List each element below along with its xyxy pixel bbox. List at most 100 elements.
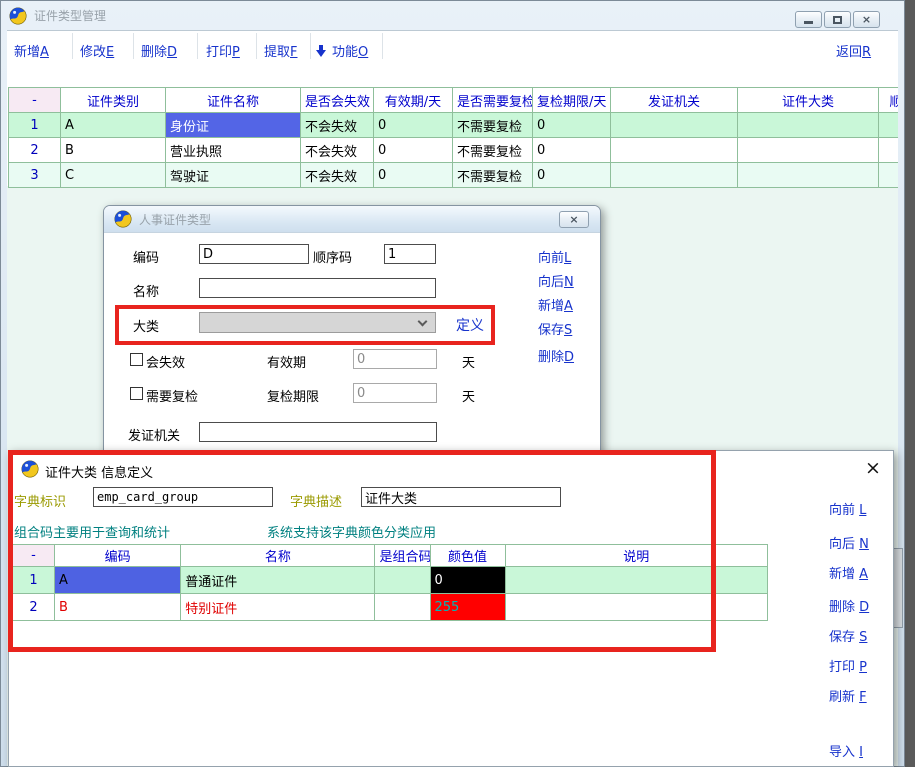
toolbar-edit-button[interactable]: 修改E <box>80 41 114 60</box>
prev-link[interactable]: 向前 L <box>829 499 866 518</box>
refresh-link[interactable]: 刷新 F <box>829 686 867 705</box>
column-header[interactable]: 顺 <box>879 88 899 113</box>
personnel-certificate-type-dialog: 人事证件类型 × 编码 顺序码 名称 大类 定义 会失效 有效期 天 需要复检 … <box>103 205 601 455</box>
close-button[interactable]: × <box>853 11 880 28</box>
column-header[interactable]: 是否会失效 <box>301 88 374 113</box>
table-row[interactable]: 3 C 驾驶证 不会失效 0 不需要复检 0 <box>9 163 899 188</box>
dialog-close-button[interactable]: × <box>865 457 881 479</box>
down-arrow-icon <box>316 45 327 58</box>
column-header[interactable]: 复检期限/天 <box>533 88 611 113</box>
column-header[interactable]: 发证机关 <box>611 88 738 113</box>
close-icon: × <box>862 14 871 25</box>
selected-cell[interactable]: A <box>55 567 181 594</box>
toolbar-back-button[interactable]: 返回R <box>836 41 871 60</box>
toolbar-separator <box>382 33 383 59</box>
table-header-row: - 编码 名称 是组合码 颜色值 说明 <box>13 545 768 567</box>
certificate-category-definition-dialog: 证件大类 信息定义 × 字典标识 字典描述 组合码主要用于查询和统计 系统支持该… <box>8 450 894 767</box>
next-link[interactable]: 向后 N <box>829 533 869 552</box>
code-label: 编码 <box>133 247 159 266</box>
column-header[interactable]: 证件类别 <box>61 88 166 113</box>
issuer-input[interactable] <box>199 422 437 442</box>
delete-link[interactable]: 删除D <box>538 346 574 365</box>
will-expire-label: 会失效 <box>146 352 185 371</box>
save-link[interactable]: 保存 S <box>829 626 867 645</box>
recheck-period-input[interactable] <box>353 383 437 403</box>
toolbar-separator <box>72 33 73 59</box>
table-row[interactable]: 2 B 营业执照 不会失效 0 不需要复检 0 <box>9 138 899 163</box>
save-link[interactable]: 保存S <box>538 319 572 338</box>
dialog-title: 证件大类 信息定义 <box>45 462 153 481</box>
scrollbar-thumb[interactable] <box>893 548 903 628</box>
code-input[interactable] <box>199 244 309 264</box>
minimize-button[interactable] <box>795 11 822 28</box>
maximize-button[interactable] <box>824 11 851 28</box>
validity-unit: 天 <box>462 352 475 371</box>
toolbar-function-button[interactable]: 功能O <box>316 41 368 60</box>
category-table: - 编码 名称 是组合码 颜色值 说明 1 A 普通证件 0 2 B 特别证件 … <box>12 544 768 621</box>
column-header[interactable]: 有效期/天 <box>374 88 453 113</box>
dict-desc-input[interactable] <box>361 487 561 507</box>
validity-label: 有效期 <box>267 352 306 371</box>
table-row[interactable]: 2 B 特别证件 255 <box>13 594 768 621</box>
close-icon: × <box>569 213 578 226</box>
dict-desc-label: 字典描述 <box>290 491 342 510</box>
column-header[interactable]: - <box>13 545 55 567</box>
combo-hint: 组合码主要用于查询和统计 <box>14 522 170 541</box>
color-swatch: 0 <box>430 567 505 594</box>
issuer-label: 发证机关 <box>128 425 180 444</box>
print-link[interactable]: 打印 P <box>829 656 867 675</box>
next-link[interactable]: 向后N <box>538 271 574 290</box>
need-recheck-checkbox[interactable] <box>130 387 143 400</box>
dialog-close-button[interactable]: × <box>559 211 589 228</box>
sequence-label: 顺序码 <box>313 247 352 266</box>
sequence-input[interactable] <box>384 244 436 264</box>
recheck-period-label: 复检期限 <box>267 386 319 405</box>
app-icon <box>21 460 39 478</box>
dialog-titlebar: 人事证件类型 <box>104 206 600 233</box>
maximize-icon <box>833 16 842 24</box>
column-header[interactable]: 证件大类 <box>738 88 879 113</box>
prev-link[interactable]: 向前L <box>538 247 571 266</box>
category-dropdown[interactable] <box>199 312 436 333</box>
dict-id-input[interactable] <box>93 487 273 507</box>
toolbar-separator <box>133 33 134 59</box>
window-title: 证件类型管理 <box>34 7 106 24</box>
toolbar-separator <box>256 33 257 59</box>
dict-id-label: 字典标识 <box>14 491 66 510</box>
column-header[interactable]: 是否需要复检 <box>453 88 533 113</box>
add-link[interactable]: 新增 A <box>829 563 868 582</box>
category-label: 大类 <box>133 316 159 335</box>
certificate-type-table: - 证件类别 证件名称 是否会失效 有效期/天 是否需要复检 复检期限/天 发证… <box>8 87 898 188</box>
column-header[interactable]: - <box>9 88 61 113</box>
selected-cell[interactable]: 身份证 <box>166 113 301 138</box>
color-hint: 系统支持该字典颜色分类应用 <box>267 522 436 541</box>
will-expire-checkbox[interactable] <box>130 353 143 366</box>
dialog-title: 人事证件类型 <box>139 211 211 228</box>
import-link[interactable]: 导入 I <box>829 741 863 760</box>
table-row[interactable]: 1 A 普通证件 0 <box>13 567 768 594</box>
column-header[interactable]: 名称 <box>181 545 375 567</box>
column-header[interactable]: 编码 <box>55 545 181 567</box>
recheck-unit: 天 <box>462 386 475 405</box>
toolbar-delete-button[interactable]: 删除D <box>141 41 177 60</box>
chevron-down-icon <box>418 317 428 327</box>
toolbar-add-button[interactable]: 新增A <box>14 41 49 60</box>
toolbar-extract-button[interactable]: 提取F <box>264 41 298 60</box>
delete-link[interactable]: 删除 D <box>829 596 869 615</box>
column-header[interactable]: 颜色值 <box>430 545 505 567</box>
column-header[interactable]: 是组合码 <box>375 545 430 567</box>
app-icon <box>114 210 132 228</box>
color-swatch: 255 <box>430 594 505 621</box>
main-titlebar: 证件类型管理 <box>1 1 904 30</box>
name-label: 名称 <box>133 281 159 300</box>
column-header[interactable]: 证件名称 <box>166 88 301 113</box>
table-row[interactable]: 1 A 身份证 不会失效 0 不需要复检 0 <box>9 113 899 138</box>
validity-input[interactable] <box>353 349 437 369</box>
name-input[interactable] <box>199 278 436 298</box>
define-link[interactable]: 定义 <box>456 315 484 335</box>
toolbar-print-button[interactable]: 打印P <box>206 41 240 60</box>
add-link[interactable]: 新增A <box>538 295 573 314</box>
toolbar-separator <box>197 33 198 59</box>
column-header[interactable]: 说明 <box>505 545 767 567</box>
toolbar-separator <box>310 33 311 59</box>
